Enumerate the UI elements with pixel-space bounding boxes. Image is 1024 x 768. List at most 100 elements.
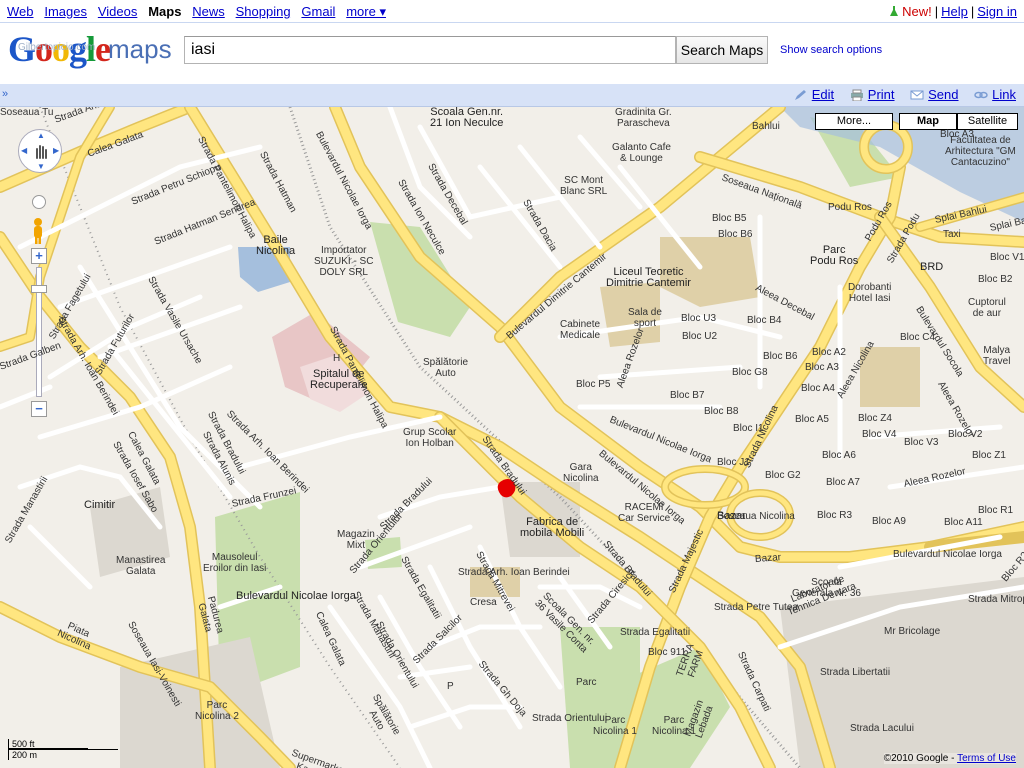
map-label: Bloc G2 (765, 470, 801, 481)
nav-link-web[interactable]: Web (7, 4, 34, 19)
map-label: Bloc V4 (862, 429, 897, 440)
new-features-link[interactable]: New! (902, 4, 932, 19)
map-label: Cresa (470, 597, 497, 608)
map-label: Spălătorie Auto (423, 357, 469, 379)
zoom-out-button[interactable]: − (31, 401, 47, 417)
map-label: Gradinita Gr. Parascheva (615, 107, 672, 129)
map-label: Bloc B6 (763, 351, 798, 362)
map-label: H (333, 353, 341, 364)
account-links: New! | Help | Sign in (890, 4, 1017, 19)
pegman-icon[interactable] (27, 217, 49, 245)
zoom-slider-handle[interactable] (31, 285, 47, 293)
map-canvas[interactable]: More... Map Satellite ▲ ▼ ◀ ▶ + − Strada… (0, 107, 1024, 768)
show-search-options-link[interactable]: Show search options (780, 44, 882, 56)
link-action[interactable]: Link (974, 87, 1016, 102)
zoom-in-button[interactable]: + (31, 248, 47, 264)
more-layers-button[interactable]: More... (815, 113, 893, 130)
search-maps-button[interactable]: Search Maps (676, 36, 768, 64)
google-maps-logo[interactable]: Google maps Gilbertopicio.com (8, 29, 173, 70)
map-label: Bloc B8 (704, 406, 739, 417)
map-label: Cimitir (84, 499, 116, 511)
mail-icon (910, 90, 924, 100)
map-label: Bloc J1 (717, 457, 750, 468)
map-label: Bloc Z4 (858, 413, 892, 424)
hand-icon[interactable] (32, 142, 50, 160)
print-link[interactable]: Print (868, 87, 895, 102)
search-input[interactable]: iasi (184, 36, 676, 64)
copyright-text: ©2010 Google - (883, 753, 958, 764)
map-view-button[interactable]: Map (899, 113, 957, 130)
sign-in-link[interactable]: Sign in (977, 4, 1017, 19)
map-label: Bloc V3 (904, 437, 939, 448)
link-link[interactable]: Link (992, 87, 1016, 102)
map-label: Bazar (754, 552, 782, 565)
terms-of-use-link[interactable]: Terms of Use (957, 753, 1016, 764)
scale-meters: 200 m (8, 749, 118, 760)
zoom-reset-button[interactable] (32, 195, 46, 209)
map-label: Bloc V2 (948, 429, 983, 440)
divider: | (970, 4, 975, 19)
edit-action[interactable]: Edit (794, 87, 834, 102)
maps-wordmark: maps (108, 34, 172, 64)
map-label: Bulevardul Nicolae Iorga (236, 590, 356, 602)
map-label: Bloc V1 (990, 252, 1024, 263)
nav-link-more[interactable]: more ▾ (346, 4, 386, 19)
map-label: Fabrica de mobila Mobili (520, 516, 585, 539)
map-label: Malya Travel (983, 345, 1011, 367)
print-action[interactable]: Print (850, 87, 895, 102)
nav-link-news[interactable]: News (192, 4, 225, 19)
scale-bar: 500 ft 200 m (8, 739, 118, 760)
map-label: Bloc U2 (682, 331, 718, 342)
map-label: Bloc U3 (681, 313, 717, 324)
map-label: Bloc P5 (576, 379, 611, 390)
map-label: Bloc B7 (670, 390, 705, 401)
pan-right-arrow-icon[interactable]: ▶ (53, 146, 59, 155)
map-label: Strada Orientului (532, 713, 608, 724)
map-label: Soseaua Nicolina (717, 511, 795, 522)
map-label: Strada Libertatii (820, 667, 891, 678)
map-toolbar: » Edit Print Send Link (0, 84, 1024, 107)
watermark: Gilbertopicio.com (18, 42, 96, 53)
nav-link-videos[interactable]: Videos (98, 4, 138, 19)
edit-link[interactable]: Edit (812, 87, 834, 102)
nav-divider (0, 22, 1024, 23)
copyright-notice: ©2010 Google - Terms of Use (883, 753, 1016, 764)
map-label: Bahlui (752, 121, 780, 132)
pan-up-arrow-icon[interactable]: ▲ (37, 131, 45, 140)
map-label: Parc Nicolina 2 (195, 700, 239, 722)
nav-link-shopping[interactable]: Shopping (236, 4, 291, 19)
map-label: Bloc A4 (801, 383, 835, 394)
map-label: Dorobanti Hotel Iasi (848, 282, 892, 304)
pan-left-arrow-icon[interactable]: ◀ (21, 146, 27, 155)
pan-control[interactable]: ▲ ▼ ◀ ▶ (18, 129, 62, 173)
map-label: Bloc B4 (747, 315, 782, 326)
send-action[interactable]: Send (910, 87, 959, 102)
map-label: Strada Lacului (850, 723, 914, 734)
top-navigation-bar: Web Images Videos Maps News Shopping Gma… (0, 0, 1024, 22)
divider: | (934, 4, 939, 19)
map-label: BRD (920, 261, 944, 273)
map-label: Parc (576, 677, 597, 688)
nav-link-images[interactable]: Images (44, 4, 87, 19)
collapse-panel-button[interactable]: » (2, 88, 8, 100)
satellite-view-button[interactable]: Satellite (957, 113, 1018, 130)
map-label: Taxi (943, 229, 961, 240)
park-area (370, 222, 470, 337)
map-label: Manastirea Galata (116, 555, 166, 577)
help-link[interactable]: Help (941, 4, 968, 19)
nav-link-gmail[interactable]: Gmail (301, 4, 335, 19)
chain-link-icon (974, 91, 988, 99)
map-label: Bloc A11 (944, 517, 983, 528)
map-label: Baile Nicolina (256, 234, 296, 257)
map-actions: Edit Print Send Link (782, 87, 1016, 102)
map-label: RACEMI Car Service (618, 502, 671, 524)
map-label: Bloc A7 (826, 477, 860, 488)
send-link[interactable]: Send (928, 87, 958, 102)
map-label: Gara Nicolina (563, 462, 599, 484)
map-label: Parc Podu Ros (810, 244, 859, 267)
map-label: Facultatea de Arhitectura "GM Cantacuzin… (945, 135, 1016, 168)
pan-down-arrow-icon[interactable]: ▼ (37, 162, 45, 171)
map-label: Bloc A9 (872, 516, 906, 527)
map-label: Liceul Teoretic Dimitrie Cantemir (606, 266, 691, 289)
map-label: P (447, 681, 454, 692)
